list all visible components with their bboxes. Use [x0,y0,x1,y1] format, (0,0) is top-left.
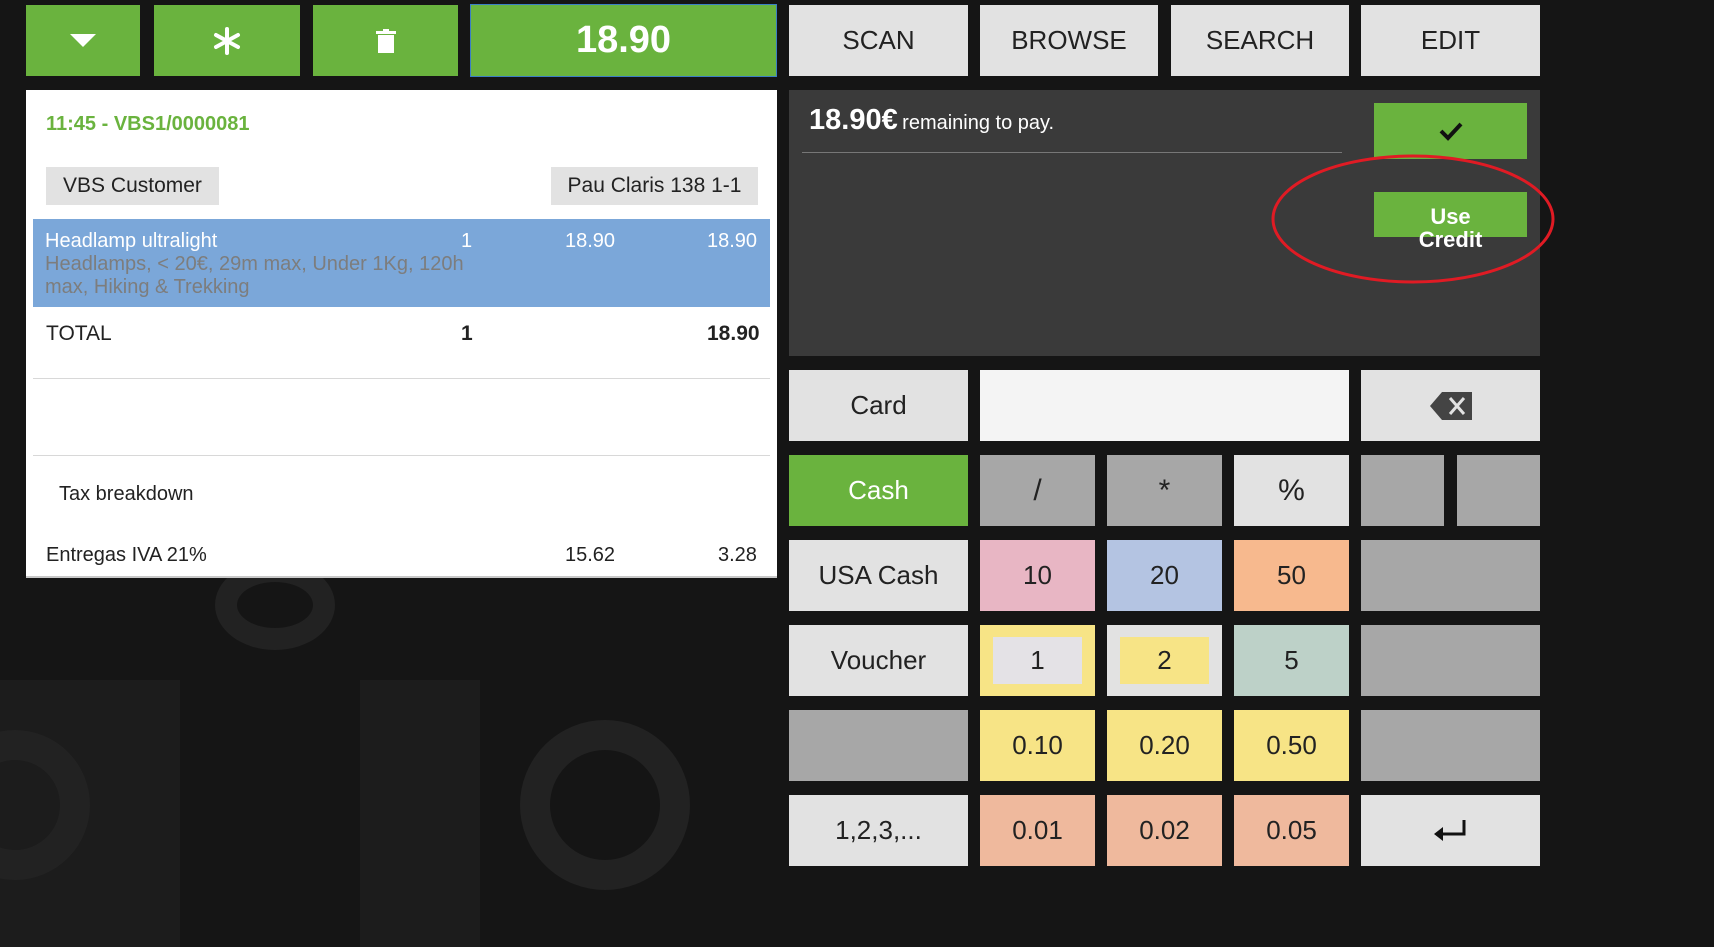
quick-amount-2-button[interactable]: 2 [1107,625,1222,696]
edit-button[interactable]: EDIT [1361,5,1540,76]
red-annotation-circle [1271,154,1555,284]
new-order-button[interactable] [154,5,300,76]
quick-amount-10-button[interactable]: 10 [980,540,1095,611]
quick-amount-1-label: 1 [993,637,1082,684]
scan-button[interactable]: SCAN [789,5,968,76]
quick-amount-20-button[interactable]: 20 [1107,540,1222,611]
quick-amount-1-button[interactable]: 1 [980,625,1095,696]
dropdown-menu-button[interactable] [26,5,140,76]
background-tile [360,680,480,947]
asterisk-icon [214,26,240,55]
line-description: max, Hiking & Trekking [45,276,250,298]
quick-amount-0-20-button[interactable]: 0.20 [1107,710,1222,781]
trash-icon [375,28,396,53]
quick-amount-0-10-button[interactable]: 0.10 [980,710,1095,781]
tax-amount: 3.28 [718,544,757,566]
validate-button[interactable] [1374,103,1527,159]
search-button[interactable]: SEARCH [1171,5,1349,76]
receipt-panel: 11:45 - VBS1/0000081 VBS Customer Pau Cl… [26,90,777,578]
total-display[interactable]: 18.90 [470,4,777,77]
voucher-payment-button[interactable]: Voucher [789,625,968,696]
background-logo [520,720,690,890]
usa-cash-payment-button[interactable]: USA Cash [789,540,968,611]
backspace-icon [1429,391,1472,420]
total-label: TOTAL [46,322,112,345]
divide-button[interactable]: / [980,455,1095,526]
enter-icon [1433,819,1465,841]
divider [33,378,770,379]
empty-key[interactable] [1361,455,1444,526]
order-line-selected[interactable]: Headlamp ultralight 1 18.90 18.90 Headla… [33,219,770,307]
remaining-to-pay: 18.90€ remaining to pay. [809,104,1054,137]
delete-order-button[interactable] [313,5,458,76]
divider [802,152,1342,153]
empty-key[interactable] [1457,455,1540,526]
multiply-button[interactable]: * [1107,455,1222,526]
divider [33,455,770,456]
amount-input[interactable] [980,370,1349,441]
remaining-text: remaining to pay. [902,112,1055,134]
empty-key[interactable] [1361,540,1540,611]
line-price: 18.90 [565,230,616,252]
quick-amount-0-05-button[interactable]: 0.05 [1234,795,1349,866]
quick-amount-50-button[interactable]: 50 [1234,540,1349,611]
line-description: Headlamps, < 20€, 29m max, Under 1Kg, 12… [45,253,464,275]
payment-status-panel: 18.90€ remaining to pay. Use Credit [789,90,1555,356]
total-qty: 1 [461,322,473,345]
checkmark-icon [1439,122,1462,141]
line-name: Headlamp ultralight [45,230,218,252]
remaining-amount: 18.90€ [809,104,898,136]
enter-button[interactable] [1361,795,1540,866]
empty-key[interactable] [1361,625,1540,696]
quick-amount-5-button[interactable]: 5 [1234,625,1349,696]
more-methods-button[interactable]: 1,2,3,... [789,795,968,866]
address-button[interactable]: Pau Claris 138 1-1 [551,167,758,205]
receipt-header: 11:45 - VBS1/0000081 [46,113,250,135]
tax-breakdown-title: Tax breakdown [59,483,194,505]
empty-key[interactable] [1361,710,1540,781]
total-amount: 18.90 [707,322,760,345]
customer-button[interactable]: VBS Customer [46,167,219,205]
percent-button[interactable]: % [1234,455,1349,526]
quick-amount-0-01-button[interactable]: 0.01 [980,795,1095,866]
tax-label: Entregas IVA 21% [46,544,207,566]
chevron-down-icon [70,33,96,47]
cash-payment-button[interactable]: Cash [789,455,968,526]
browse-button[interactable]: BROWSE [980,5,1158,76]
line-total: 18.90 [707,230,758,252]
quick-amount-0-02-button[interactable]: 0.02 [1107,795,1222,866]
divider [26,576,777,578]
quick-amount-0-50-button[interactable]: 0.50 [1234,710,1349,781]
card-payment-button[interactable]: Card [789,370,968,441]
quick-amount-2-label: 2 [1120,637,1209,684]
backspace-button[interactable] [1361,370,1540,441]
line-qty: 1 [461,230,473,252]
tax-base: 15.62 [565,544,616,566]
empty-method-button[interactable] [789,710,968,781]
